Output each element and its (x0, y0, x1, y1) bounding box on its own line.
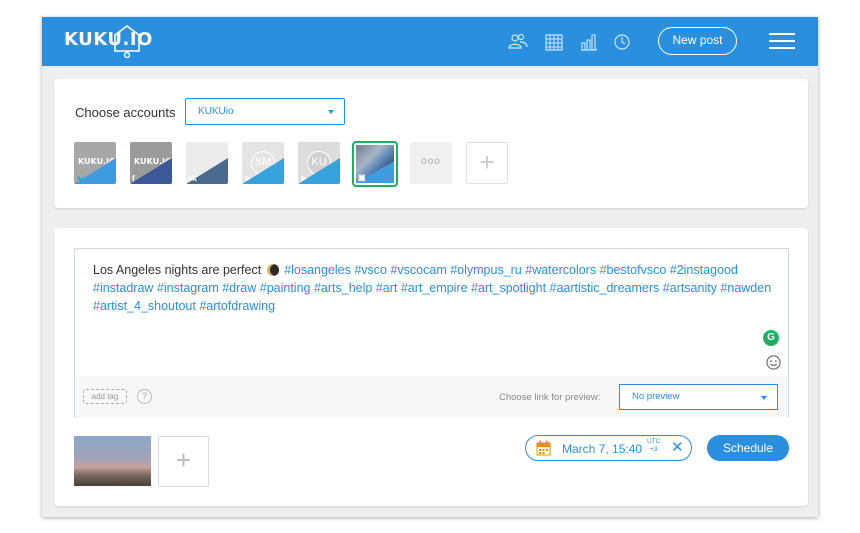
top-bar: KUKU.IO New post (42, 17, 818, 66)
media-thumbnail[interactable] (74, 436, 151, 486)
instagram-icon: ▣ (358, 173, 366, 182)
choose-accounts-label: Choose accounts (75, 105, 176, 120)
account-group-value: KUKUio (198, 106, 234, 117)
menu-icon[interactable] (769, 33, 795, 51)
twitter-icon: 🐦 (76, 176, 85, 183)
calendar-icon[interactable] (544, 32, 564, 52)
accounts-card: Choose accounts KUKUio KUKU.IO 🐦 KUKU.IO… (54, 79, 808, 208)
account-avatar-facebook[interactable]: KUKU.IO f (130, 142, 172, 184)
post-text-plain: Los Angeles nights are perfect (93, 263, 262, 277)
app-window: KUKU.IO New post Choose accounts KUKUio … (42, 17, 818, 517)
instagram-avatar-image: ▣ (356, 145, 394, 183)
timezone-label: UTC +3 (647, 438, 660, 454)
schedule-date-picker[interactable]: March 7, 15:40 UTC +3 ✕ (525, 435, 692, 461)
composer-footer: add tag ? Choose link for preview: No pr… (75, 376, 788, 418)
help-icon[interactable]: ? (137, 389, 152, 404)
telegram-icon: ➤ (300, 174, 307, 183)
timezone-name: UTC (647, 438, 661, 445)
logo-house-icon (114, 25, 140, 59)
account-group-select[interactable]: KUKUio (185, 98, 345, 125)
emoji-picker-icon[interactable] (766, 355, 781, 370)
account-avatar-telegram-sm[interactable]: SM ➤ (242, 142, 284, 184)
calendar-icon (536, 440, 551, 456)
users-icon[interactable] (508, 32, 528, 52)
post-text[interactable]: Los Angeles nights are perfect #losangel… (93, 261, 778, 315)
account-avatar-vk[interactable]: vk (186, 142, 228, 184)
post-composer-card: Los Angeles nights are perfect #losangel… (54, 228, 808, 506)
add-account-button[interactable]: + (466, 142, 508, 184)
grammarly-icon[interactable]: G (763, 330, 779, 346)
clock-icon[interactable] (612, 32, 632, 52)
analytics-icon[interactable] (579, 32, 599, 52)
account-avatar-twitter[interactable]: KUKU.IO 🐦 (74, 142, 116, 184)
link-preview-value: No preview (632, 391, 680, 402)
chevron-down-icon (328, 110, 334, 114)
add-tag-button[interactable]: add tag (83, 389, 127, 404)
telegram-icon: ➤ (244, 174, 251, 183)
vk-icon: vk (188, 174, 197, 183)
new-post-button[interactable]: New post (658, 27, 737, 55)
schedule-date-text: March 7, 15:40 (562, 442, 643, 456)
facebook-icon: f (132, 174, 135, 183)
chevron-down-icon (761, 396, 767, 400)
link-preview-select[interactable]: No preview (619, 384, 778, 410)
more-accounts-button[interactable]: ooo (410, 142, 452, 184)
post-editor[interactable]: Los Angeles nights are perfect #losangel… (74, 248, 789, 418)
schedule-button[interactable]: Schedule (707, 435, 789, 461)
timezone-offset: +3 (649, 446, 658, 453)
account-avatar-instagram[interactable]: ▣ (352, 141, 398, 187)
add-media-button[interactable]: + (158, 436, 209, 487)
link-preview-label: Choose link for preview: (499, 392, 601, 403)
account-avatar-telegram-ku[interactable]: KU ➤ (298, 142, 340, 184)
moon-emoji-icon (266, 264, 279, 276)
close-icon[interactable]: ✕ (671, 439, 684, 457)
